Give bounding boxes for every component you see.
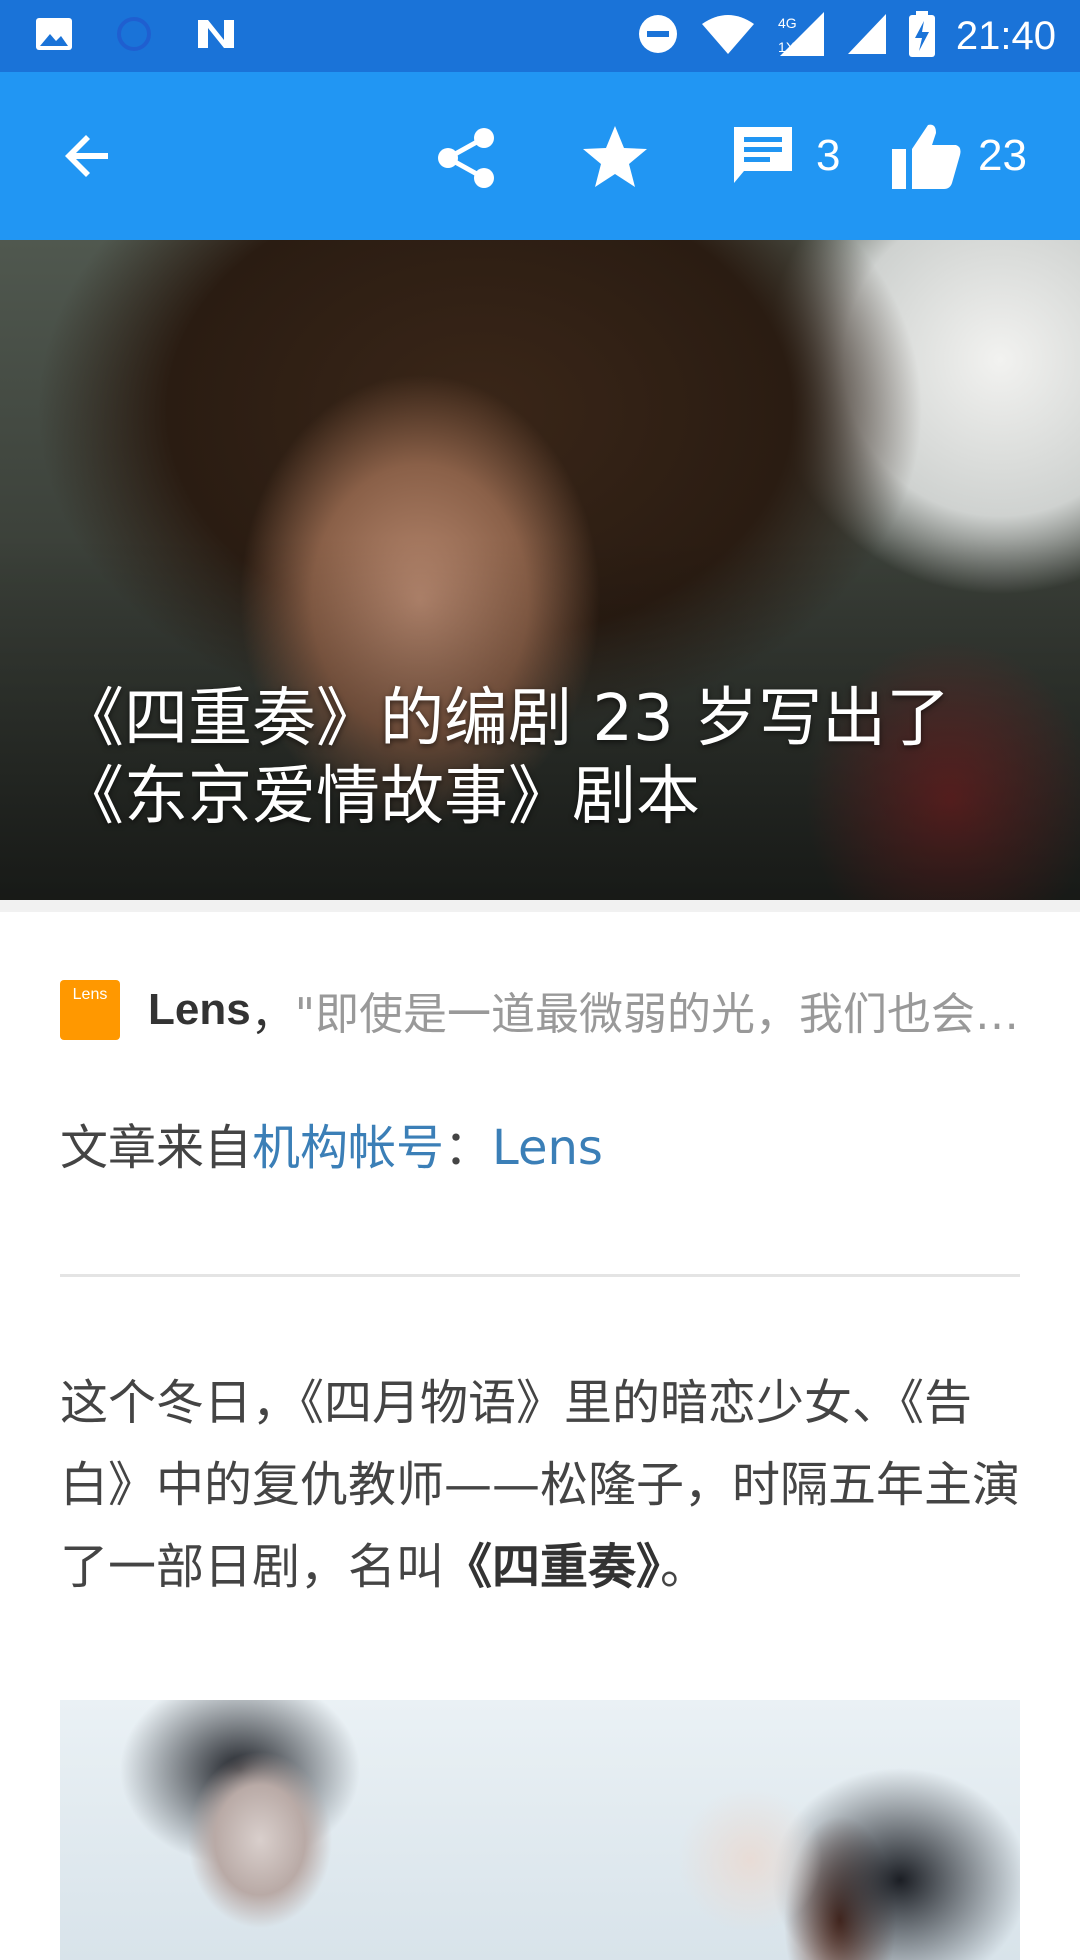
svg-text:1X: 1X (778, 39, 796, 55)
back-button[interactable] (56, 124, 120, 188)
wifi-icon (700, 12, 756, 60)
article-title: 《四重奏》的编剧 23 岁写出了 《东京爱情故事》剧本 (60, 680, 1020, 836)
source-prefix: 文章来自 (60, 1120, 253, 1176)
share-icon (438, 128, 494, 188)
article-photo[interactable] (60, 1700, 1020, 1960)
content-divider (60, 1274, 1020, 1277)
author-bio: "即使是一道最微弱的光，我们也会找到它" (294, 989, 1020, 1040)
arrow-back-icon (65, 135, 108, 177)
svg-text:4G: 4G (778, 15, 797, 31)
favorite-button[interactable] (580, 122, 650, 192)
cell-signal-icon (846, 12, 888, 60)
comments-button[interactable]: 3 (730, 120, 840, 192)
app-notification-icon (194, 14, 238, 58)
comment-icon (734, 127, 792, 183)
gallery-notification-icon (34, 14, 74, 58)
like-count: 23 (978, 131, 1027, 180)
source-colon: ： (444, 1120, 493, 1176)
article-title-line2: 《东京爱情故事》剧本 (60, 760, 700, 834)
thumb-up-icon (892, 124, 961, 189)
status-time: 21:40 (955, 13, 1056, 58)
org-account-link[interactable]: 机构帐号 (252, 1120, 444, 1176)
paragraph-bold-title: 《四重奏》 (444, 1539, 661, 1595)
section-divider (0, 900, 1080, 912)
hero-image: 《四重奏》的编剧 23 岁写出了 《东京爱情故事》剧本 (0, 240, 1080, 900)
like-button[interactable]: 23 (890, 116, 1027, 196)
article-toolbar: 3 23 (0, 72, 1080, 240)
sync-notification-icon (114, 14, 154, 58)
mobile-signal-4g-icon: 4G 1X (776, 10, 826, 62)
paragraph-end: 。 (660, 1539, 709, 1595)
author-row[interactable]: Lens Lens ， "即使是一道最微弱的光，我们也会找到它" (60, 978, 1020, 1042)
author-name[interactable]: Lens (148, 985, 251, 1035)
source-author-link[interactable]: Lens (492, 1120, 603, 1176)
do-not-disturb-icon (636, 12, 680, 60)
article-title-line1: 《四重奏》的编剧 23 岁写出了 (60, 682, 951, 756)
battery-charging-icon (908, 11, 936, 61)
share-button[interactable] (432, 124, 500, 192)
author-avatar[interactable]: Lens (60, 980, 120, 1040)
status-bar: 4G 1X 21:40 (0, 0, 1080, 72)
article-source: 文章来自机构帐号：Lens (60, 1108, 603, 1178)
article-paragraph: 这个冬日，《四月物语》里的暗恋少女、《告白》中的复仇教师——松隆子，时隔五年主演… (60, 1362, 1020, 1608)
comment-count: 3 (816, 131, 841, 180)
author-separator: ， (250, 989, 295, 1040)
star-icon (583, 126, 647, 187)
